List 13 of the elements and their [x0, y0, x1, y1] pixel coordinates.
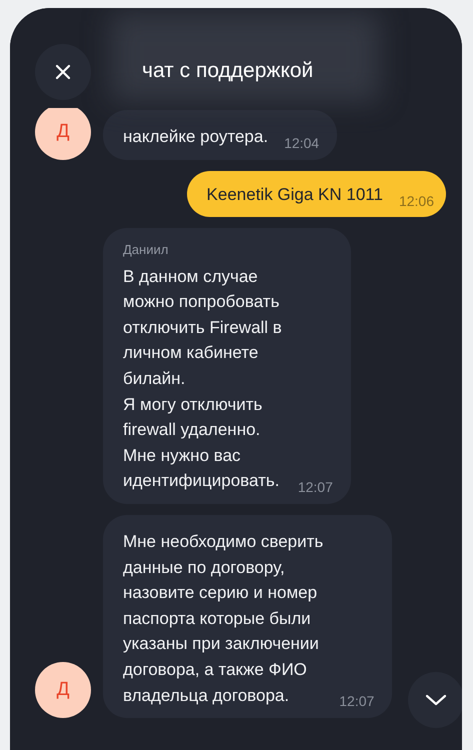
chat-title: чат с поддержкой: [142, 58, 314, 84]
chevron-down-icon: [425, 694, 447, 706]
message-text: наклейке роутера.: [123, 126, 268, 148]
message-time: 12:07: [298, 478, 333, 497]
message-text: В данном случае можно попробовать отключить Firewall в личном кабинете билайн. Я могу отключить firewall удаленно. Мне нужно вас идентифицировать.: [123, 266, 282, 492]
close-icon: [55, 64, 71, 80]
message-time: 12:04: [284, 134, 320, 153]
message-text: Мне необходимо сверить данные по договору, назовите серию и номер паспорта которые были указаны при заключении договора, а также ФИО владельца договора.: [123, 530, 324, 706]
message-time: 12:06: [398, 192, 434, 211]
sender-name: Даниил: [123, 242, 170, 258]
message-text: Keenetik Giga KN 1011: [206, 184, 383, 206]
avatar: Д: [35, 662, 91, 718]
message-time: 12:07: [339, 692, 374, 712]
